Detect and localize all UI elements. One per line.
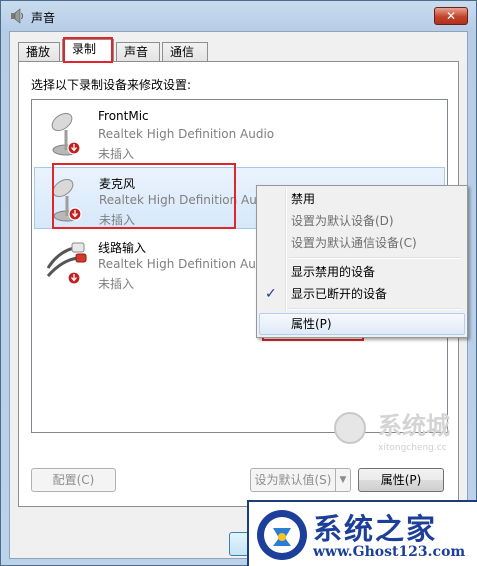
tab-sounds[interactable]: 声音 [116, 42, 160, 61]
context-menu: 禁用 设置为默认设备(D) 设置为默认通信设备(C) 显示禁用的设备 ✓ 显示已… [256, 185, 468, 338]
menu-item-label: 设置为默认设备(D) [291, 214, 394, 228]
menu-separator [289, 308, 461, 310]
configure-button[interactable]: 配置(C) [31, 468, 116, 492]
speaker-icon [11, 8, 23, 24]
menu-separator [289, 257, 461, 259]
menu-item-label: 属性(P) [291, 317, 332, 331]
checkmark-icon: ✓ [265, 286, 277, 302]
menu-item-label: 设置为默认通信设备(C) [291, 236, 417, 250]
device-status: 未插入 [98, 277, 135, 291]
instruction-text: 选择以下录制设备来修改设置: [31, 78, 192, 92]
set-default-button[interactable]: 设为默认值(S) [250, 468, 336, 492]
site-logo-icon [257, 510, 307, 560]
watermark-logo: 系统城 xitongcheng.cc [334, 412, 450, 453]
recording-tab-highlight [63, 37, 113, 63]
banner-url: www.Ghost123.com [313, 544, 466, 560]
device-status: 未插入 [98, 147, 135, 161]
title-bar[interactable]: 声音 ✕ [1, 1, 476, 31]
menu-item-set-default-comm-device[interactable]: 设置为默认通信设备(C) [259, 232, 465, 254]
menu-item-properties[interactable]: 属性(P) [259, 313, 465, 335]
device-driver: Realtek High Definition Audio [98, 257, 275, 271]
device-name: FrontMic [98, 109, 149, 123]
tab-communications[interactable]: 通信 [162, 42, 208, 61]
line-in-icon [46, 242, 87, 285]
window-title: 声音 [31, 11, 56, 25]
set-default-dropdown[interactable]: ▼ [335, 468, 351, 492]
menu-item-label: 显示禁用的设备 [291, 265, 376, 279]
close-button[interactable]: ✕ [434, 7, 468, 25]
menu-item-disable[interactable]: 禁用 [259, 188, 465, 210]
close-icon: ✕ [445, 9, 457, 23]
microphone-highlight [52, 163, 236, 229]
menu-item-label: 禁用 [291, 192, 316, 206]
tab-playback[interactable]: 播放 [18, 42, 60, 61]
device-name: 线路输入 [98, 241, 147, 255]
device-driver: Realtek High Definition Audio [98, 127, 275, 141]
site-banner: 系统之家 www.Ghost123.com [247, 500, 477, 566]
properties-button[interactable]: 属性(P) [358, 468, 444, 492]
menu-item-label: 显示已断开的设备 [291, 287, 388, 301]
menu-item-set-default-device[interactable]: 设置为默认设备(D) [259, 210, 465, 232]
device-frontmic[interactable]: FrontMic Realtek High Definition Audio 未… [34, 102, 445, 164]
microphone-icon [51, 112, 81, 156]
watermark-text: 系统城 [378, 412, 450, 440]
banner-title: 系统之家 [313, 512, 438, 546]
menu-item-show-disabled[interactable]: 显示禁用的设备 [259, 261, 465, 283]
watermark-url: xitongcheng.cc [378, 443, 447, 453]
chevron-down-icon: ▼ [339, 475, 347, 485]
menu-item-show-disconnected[interactable]: ✓ 显示已断开的设备 [259, 283, 465, 305]
